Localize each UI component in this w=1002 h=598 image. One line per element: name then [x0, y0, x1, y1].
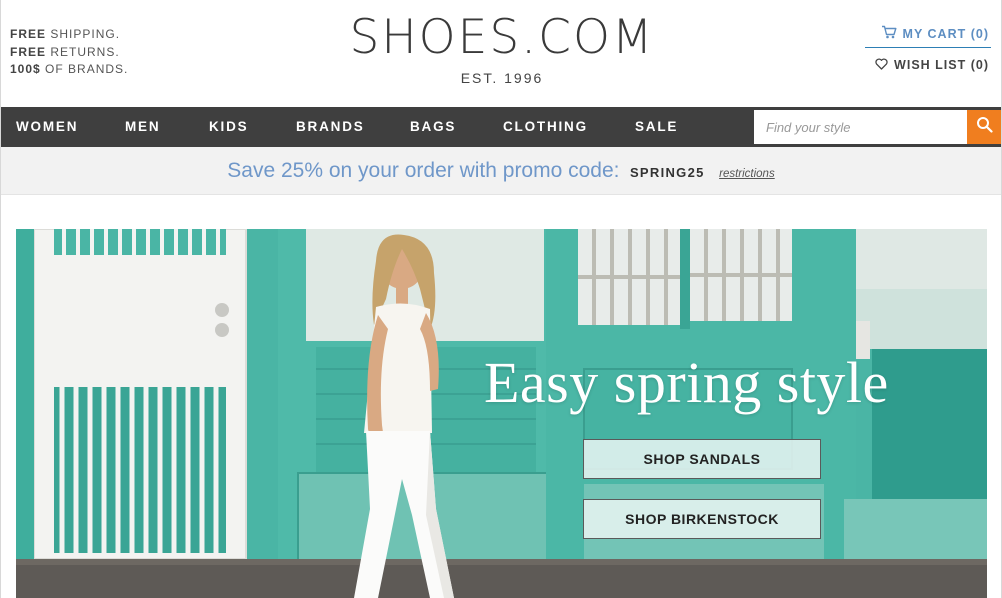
search-input[interactable]	[754, 110, 967, 144]
logo-text[interactable]: SHOES.COM	[346, 12, 658, 64]
promo-line-brands: 100$ OF BRANDS.	[10, 62, 129, 76]
logo-established: EST. 1996	[460, 70, 544, 86]
shop-sandals-button[interactable]: SHOP SANDALS	[583, 439, 821, 479]
cart-label: MY CART (0)	[902, 26, 989, 41]
hero-title: Easy spring style	[484, 350, 889, 415]
wish-list-label: WISH LIST (0)	[894, 58, 989, 72]
promo-code: SPRING25	[629, 165, 705, 180]
hero-banner[interactable]: Easy spring style SHOP SANDALS SHOP BIRK…	[16, 229, 987, 598]
nav-item-brands[interactable]: BRANDS	[296, 107, 365, 147]
search-icon	[976, 116, 993, 138]
account-links: MY CART (0) WISH LIST (0)	[865, 20, 991, 82]
promo-line-returns: FREE RETURNS.	[10, 44, 120, 59]
site-header: FREE SHIPPING. FREE RETURNS. 100$ OF BRA…	[1, 0, 1001, 107]
nav-item-bags[interactable]: BAGS	[410, 107, 456, 147]
nav-item-sale[interactable]: SALE	[635, 107, 678, 147]
promo-line-shipping: FREE SHIPPING.	[10, 27, 121, 41]
nav-item-men[interactable]: MEN	[125, 107, 160, 147]
nav-item-kids[interactable]: KIDS	[209, 107, 248, 147]
my-cart-link[interactable]: MY CART (0)	[865, 20, 991, 48]
site-logo[interactable]: SHOES.COM EST. 1996	[346, 12, 658, 87]
shipping-promo-lines: FREE SHIPPING. FREE RETURNS. 100$ OF BRA…	[10, 26, 128, 79]
wish-list-link[interactable]: WISH LIST (0)	[865, 48, 991, 82]
heart-icon	[875, 57, 888, 73]
promo-banner: Save 25% on your order with promo code: …	[1, 147, 1001, 195]
main-nav: WOMEN MEN KIDS BRANDS BAGS CLOTHING SALE	[1, 107, 1001, 147]
search-button[interactable]	[967, 110, 1001, 144]
promo-text: Save 25% on your order with promo code:	[227, 159, 620, 182]
nav-item-women[interactable]: WOMEN	[16, 107, 78, 147]
cart-icon	[881, 25, 897, 42]
restrictions-link[interactable]: restrictions	[719, 168, 775, 180]
shop-birkenstock-button[interactable]: SHOP BIRKENSTOCK	[583, 499, 821, 539]
nav-item-clothing[interactable]: CLOTHING	[503, 107, 588, 147]
